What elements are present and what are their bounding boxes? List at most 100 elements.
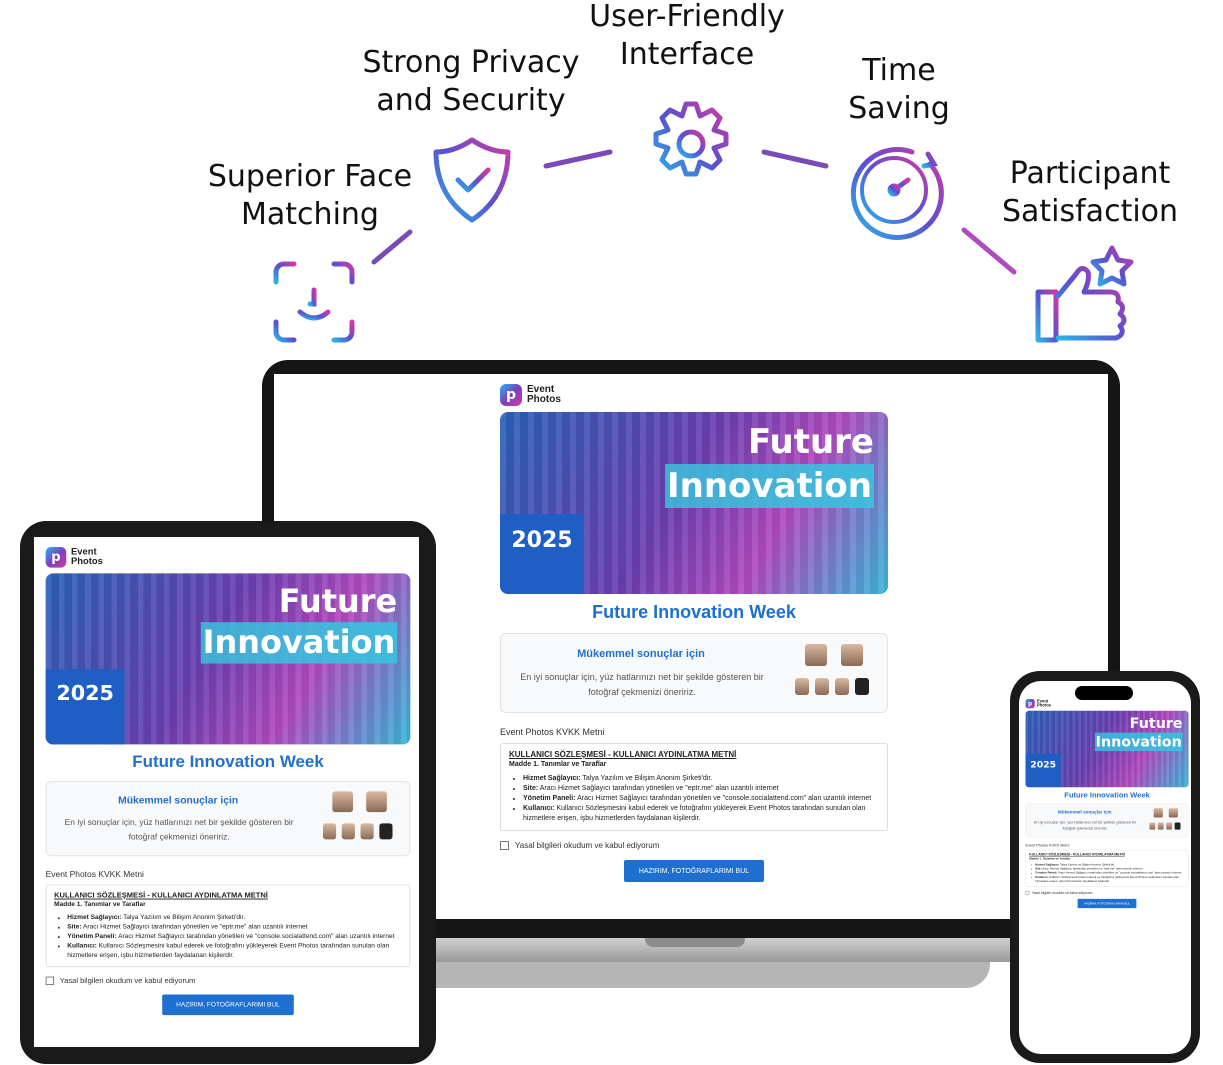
agree-row[interactable]: Yasal bilgileri okudum ve kabul ediyorum [45,976,411,986]
agree-label: Yasal bilgileri okudum ve kabul ediyorum [59,976,196,986]
kvkk-madde: Madde 1. Tanımlar ve Taraflar [509,761,607,768]
logo-mark-icon: p [500,384,522,406]
kvkk-list: Hizmet Sağlayıcı: Talya Yazılım ve Biliş… [509,774,879,824]
banner-title: Future [747,422,874,462]
event-banner: Future Innovation 2025 [1025,710,1189,788]
face-sample-bad [1174,822,1181,830]
sample-faces [319,791,400,846]
agree-label: Yasal bilgileri okudum ve kabul ediyorum [1031,890,1093,895]
list-item: Kullanıcı: Kullanıcı Sözleşmesini kabul … [67,942,402,961]
face-sample-bad [795,678,809,695]
banner-title: Innovation [200,622,398,664]
tip-text: En iyi sonuçlar için, yüz hatlarınızı ne… [1033,819,1137,831]
list-item: Site: Aracı Hizmet Sağlayıcı tarafından … [67,923,402,932]
face-sample-good [841,644,863,666]
connector-line [761,149,829,169]
find-photos-button[interactable]: HAZIRIM, FOTOĞRAFLARIMI BUL [1077,898,1137,909]
connector-line [371,229,413,265]
list-item: Kullanıcı: Kullanıcı Sözleşmesini kabul … [1035,875,1185,883]
tip-card: Mükemmel sonuçlar için En iyi sonuçlar i… [45,781,411,857]
tip-card: Mükemmel sonuçlar için En iyi sonuçlar i… [500,633,888,713]
kvkk-textbox[interactable]: KULLANICI SÖZLEŞMESİ - KULLANICI AYDINLA… [1025,849,1189,887]
event-banner: Future Innovation 2025 [45,573,411,745]
kvkk-madde: Madde 1. Tanımlar ve Taraflar [54,901,146,908]
tip-title: Mükemmel sonuçlar için [1057,809,1112,815]
list-item: Kullanıcı: Kullanıcı Sözleşmesini kabul … [523,804,879,824]
event-title: Future Innovation Week [1064,790,1150,799]
sample-faces [1148,808,1184,832]
logo-mark-icon: p [1025,699,1035,709]
event-banner: Future Innovation 2025 [500,412,888,594]
tip-text: En iyi sonuçlar için, yüz hatlarınızı ne… [64,817,294,842]
laptop-notch [645,938,745,947]
banner-year: 2025 [500,514,584,594]
kvkk-textbox[interactable]: KULLANICI SÖZLEŞMESİ - KULLANICI AYDINLA… [500,743,888,831]
logo-mark-icon: p [45,547,67,568]
connector-line [543,149,613,169]
find-photos-button[interactable]: HAZIRIM, FOTOĞRAFLARIMI BUL [162,994,294,1016]
face-sample-good [1168,808,1178,818]
kvkk-label: Event Photos KVKK Metni [45,869,144,879]
face-sample-bad [1166,822,1173,830]
list-item: Yönetim Paneli: Aracı Hizmet Sağlayıcı t… [67,932,402,941]
banner-title: Future [1129,714,1183,732]
sample-faces [791,644,877,702]
face-sample-bad [815,678,829,695]
tip-title: Mükemmel sonuçlar için [118,795,239,807]
list-item: Hizmet Sağlayıcı: Talya Yazılım ve Biliş… [67,914,402,923]
kvkk-madde: Madde 1. Tanımlar ve Taraflar [1029,857,1071,861]
list-item: Yönetim Paneli: Aracı Hizmet Sağlayıcı t… [523,794,879,804]
connector-line [961,227,1017,275]
event-title: Future Innovation Week [132,751,324,771]
list-item: Hizmet Sağlayıcı: Talya Yazılım ve Biliş… [523,774,879,784]
face-sample-good [805,644,827,666]
feature-icons [273,101,1134,343]
list-item: Site: Aracı Hizmet Sağlayıcı tarafından … [523,784,879,794]
banner-year: 2025 [45,669,125,745]
agree-label: Yasal bilgileri okudum ve kabul ediyorum [515,841,660,850]
event-photos-logo: p Event Photos [45,547,416,568]
agree-checkbox[interactable] [500,841,509,850]
agree-checkbox[interactable] [45,976,55,986]
face-sample-bad [835,678,849,695]
event-photos-logo: p Event Photos [1025,699,1191,709]
face-sample-bad [1149,822,1156,830]
face-sample-good [332,791,354,813]
agree-checkbox[interactable] [1025,890,1030,895]
find-photos-button[interactable]: HAZIRIM, FOTOĞRAFLARIMI BUL [624,860,764,882]
phone-screen: p Event Photos Future Innovation 2025 Fu… [1019,681,1191,1054]
face-sample-bad [379,823,393,840]
face-sample-bad [360,823,374,840]
face-sample-good [1153,808,1163,818]
face-sample-bad [341,823,355,840]
face-id-icon [273,261,355,343]
agree-row[interactable]: Yasal bilgileri okudum ve kabul ediyorum [500,841,888,850]
face-sample-good [366,791,387,813]
face-sample-bad [322,823,337,840]
agree-row[interactable]: Yasal bilgileri okudum ve kabul ediyorum [1025,890,1189,895]
kvkk-label: Event Photos KVKK Metni [500,727,605,737]
thumbs-up-star-icon [1035,245,1134,343]
banner-year: 2025 [1025,753,1061,788]
banner-title: Innovation [665,464,874,508]
event-title: Future Innovation Week [592,602,796,622]
laptop-keyboard-edge [400,962,990,988]
kvkk-list: Hizmet Sağlayıcı: Talya Yazılım ve Biliş… [1029,863,1184,884]
tip-text: En iyi sonuçlar için, yüz hatlarınızı ne… [520,672,764,697]
app-view: p Event Photos Future Innovation 2025 Fu… [40,547,416,1016]
tip-card: Mükemmel sonuçlar için En iyi sonuçlar i… [1025,803,1189,838]
logo-text: Photos [527,394,561,405]
event-photos-logo: p Event Photos [500,384,894,406]
kvkk-textbox[interactable]: KULLANICI SÖZLEŞMESİ - KULLANICI AYDINLA… [45,884,411,968]
app-view: p Event Photos Future Innovation 2025 Fu… [494,384,894,882]
kvkk-list: Hizmet Sağlayıcı: Talya Yazılım ve Biliş… [54,914,402,961]
phone-dynamic-island [1075,686,1133,700]
kvkk-label: Event Photos KVKK Metni [1025,843,1070,848]
tablet-screen: p Event Photos Future Innovation 2025 Fu… [34,537,419,1047]
app-view: p Event Photos Future Innovation 2025 Fu… [1023,699,1191,909]
face-sample-bad [855,678,869,695]
tip-title: Mükemmel sonuçlar için [577,648,705,660]
banner-title: Future [278,582,398,621]
face-sample-bad [1157,822,1164,830]
shield-check-icon [433,137,511,223]
